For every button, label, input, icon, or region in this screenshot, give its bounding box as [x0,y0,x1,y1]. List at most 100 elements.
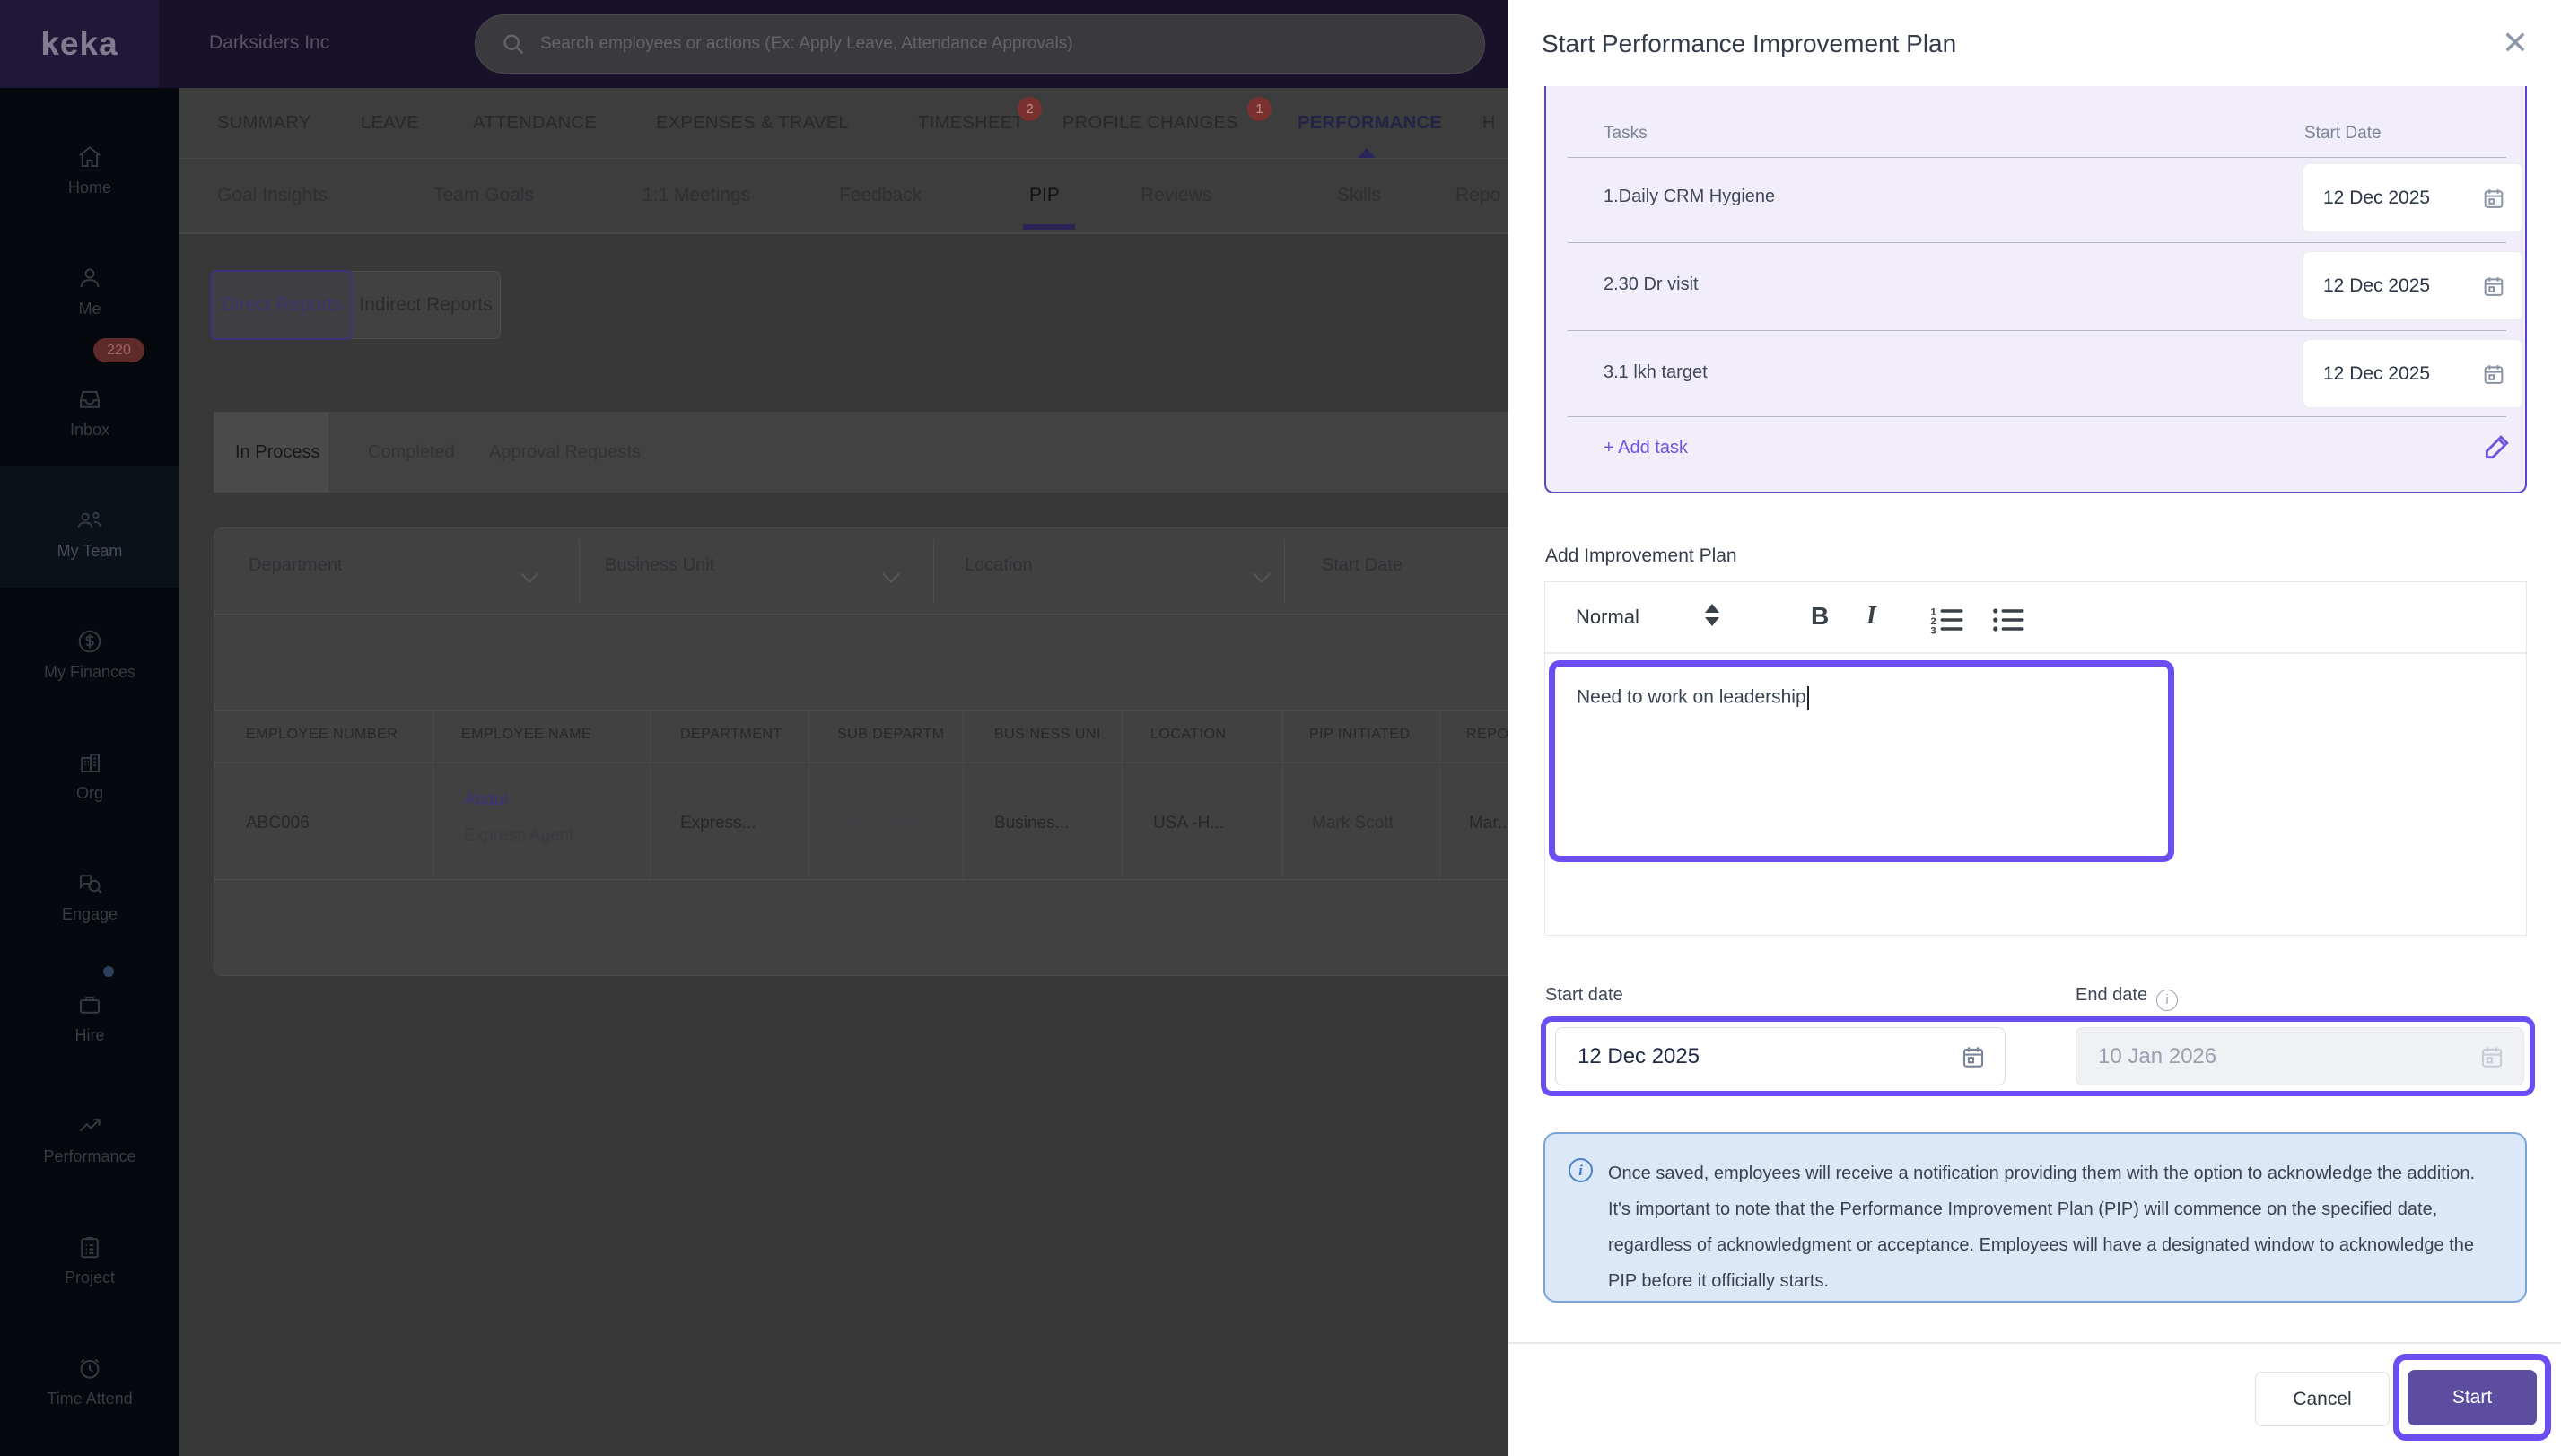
info-icon: i [2156,989,2179,1011]
briefcase-icon [80,996,100,1014]
task-3-date-input[interactable]: 12 Dec 2025 [2303,339,2523,408]
cell-employee-role: Express Agent [464,826,574,845]
cell-sub-department: Not Availal [837,814,918,833]
company-name: Darksiders Inc [209,32,330,53]
inbox-icon [80,390,100,408]
col-sub-department: SUB DEPARTM [837,727,945,742]
filter-divider [933,539,934,604]
top-header-bar: keka Darksiders Inc Search employees or … [0,0,1508,88]
sidebar-item-org[interactable]: Org [0,722,179,830]
subnav-reports-truncated[interactable]: Repo [1455,159,1500,232]
search-icon [503,34,524,55]
task-name-1: 1.Daily CRM Hygiene [1604,187,1776,206]
hire-notification-dot [99,962,118,981]
tab-expenses-travel[interactable]: EXPENSES & TRAVEL [656,88,849,159]
active-tab-caret [1358,148,1376,158]
subnav-1-1-meetings[interactable]: 1:1 Meetings [642,159,750,232]
keka-logo[interactable]: keka [0,0,159,88]
sidebar-item-inbox[interactable]: Inbox [0,359,179,466]
trend-icon [79,1119,101,1132]
building-icon [81,754,100,772]
table-row[interactable]: ABC006 Abdul Express Agent Express... No… [214,763,1508,880]
task-2-date-input[interactable]: 12 Dec 2025 [2303,251,2523,320]
sidebar-item-engage[interactable]: Engage [0,843,179,951]
end-date-input-disabled: 10 Jan 2026 [2076,1027,2524,1085]
italic-button[interactable]: I [1866,602,1876,631]
style-dropdown-arrows-icon[interactable] [1705,604,1719,626]
bullet-list-button[interactable] [1990,604,2026,636]
edit-pencil-icon[interactable] [2479,429,2515,465]
ordered-list-button[interactable]: 123 [1929,604,1965,636]
subnav-team-goals[interactable]: Team Goals [433,159,534,232]
cancel-button[interactable]: Cancel [2255,1372,2390,1426]
subnav-skills[interactable]: Skills [1337,159,1381,232]
plan-text-area[interactable]: Need to work on leadership [1549,660,2174,862]
subnav-reviews[interactable]: Reviews [1141,159,1211,232]
close-icon[interactable]: ✕ [2495,23,2535,63]
col-pip-initiated: PIP INITIATED [1309,727,1411,742]
filter-department[interactable]: Department [249,555,343,576]
tab-timesheet[interactable]: TIMESHEET [918,88,1024,159]
tab-h-truncated[interactable]: H [1482,88,1496,159]
filter-divider [579,539,580,604]
inbox-count-badge: 220 [93,338,144,362]
sidebar-item-home[interactable]: Home [0,117,179,224]
chevron-down-icon [1253,565,1271,583]
start-button[interactable]: Start [2408,1370,2537,1425]
task-name-3: 3.1 lkh target [1604,362,1708,382]
tab-approval-requests[interactable]: Approval Requests [471,412,659,493]
cell-location: USA -H... [1153,814,1225,833]
notice-text: Once saved, employees will receive a not… [1608,1164,2476,1291]
sidebar-item-me[interactable]: Me [0,238,179,345]
sidebar-item-my-finances[interactable]: My Finances [0,601,179,709]
tab-attendance[interactable]: ATTENDANCE [473,88,597,159]
calendar-icon [2481,1046,2503,1068]
column-divider [1282,710,1283,880]
col-department: DEPARTMENT [680,727,782,742]
cell-department: Express... [680,814,756,833]
filter-business-unit[interactable]: Business Unit [605,555,714,576]
tab-summary[interactable]: SUMMARY [217,88,311,159]
task-1-date-input[interactable]: 12 Dec 2025 [2303,163,2523,232]
plan-text: Need to work on leadership [1577,686,1809,710]
sidebar-item-performance[interactable]: Performance [0,1085,179,1193]
calendar-icon [2484,188,2504,208]
chevron-down-icon [520,565,538,583]
team-icon [77,511,101,528]
tab-profile-changes[interactable]: PROFILE CHANGES [1062,88,1238,159]
add-task-button[interactable]: + Add task [1604,438,1688,458]
global-search-input[interactable]: Search employees or actions (Ex: Apply L… [475,14,1485,74]
indirect-reports-button[interactable]: Indirect Reports [351,271,501,339]
tab-completed[interactable]: Completed [350,412,473,493]
style-dropdown[interactable]: Normal [1576,606,1639,629]
bold-button[interactable]: B [1811,602,1829,631]
cell-pip-initiated: Mark Scott [1312,814,1394,833]
calendar-icon [2484,364,2504,384]
cell-employee-name-link[interactable]: Abdul [464,790,508,810]
filter-start-date[interactable]: Start Date [1322,555,1403,576]
search-placeholder: Search employees or actions (Ex: Apply L… [540,34,1073,53]
sidebar-item-project[interactable]: Project [0,1207,179,1314]
chat-icon [80,875,102,894]
subnav-goal-insights[interactable]: Goal Insights [217,159,328,232]
tab-in-process[interactable]: In Process [214,412,328,493]
sidebar-item-hire[interactable]: Hire [0,964,179,1072]
tasks-panel: Tasks Start Date 1.Daily CRM Hygiene 12 … [1544,86,2527,493]
pip-notice-box: i Once saved, employees will receive a n… [1543,1132,2527,1303]
text-cursor [1806,686,1809,710]
filter-row-divider [214,614,1508,615]
dimmed-page-region: keka Darksiders Inc Search employees or … [0,0,1508,1456]
sidebar-item-time-attend[interactable]: Time Attend [0,1328,179,1435]
subnav-pip[interactable]: PIP [1029,159,1060,232]
tab-leave[interactable]: LEAVE [361,88,419,159]
direct-reports-button[interactable]: Direct Reports [211,270,353,340]
subnav-feedback[interactable]: Feedback [839,159,922,232]
filter-location[interactable]: Location [965,555,1033,576]
info-icon: i [1569,1158,1593,1182]
filter-divider [1284,539,1285,604]
sidebar-item-my-team[interactable]: My Team [0,480,179,588]
end-date-label: End date i [2076,985,2179,1011]
start-date-input[interactable]: 12 Dec 2025 [1555,1027,2006,1085]
chevron-down-icon [882,565,900,583]
timesheet-badge: 2 [1018,97,1042,121]
